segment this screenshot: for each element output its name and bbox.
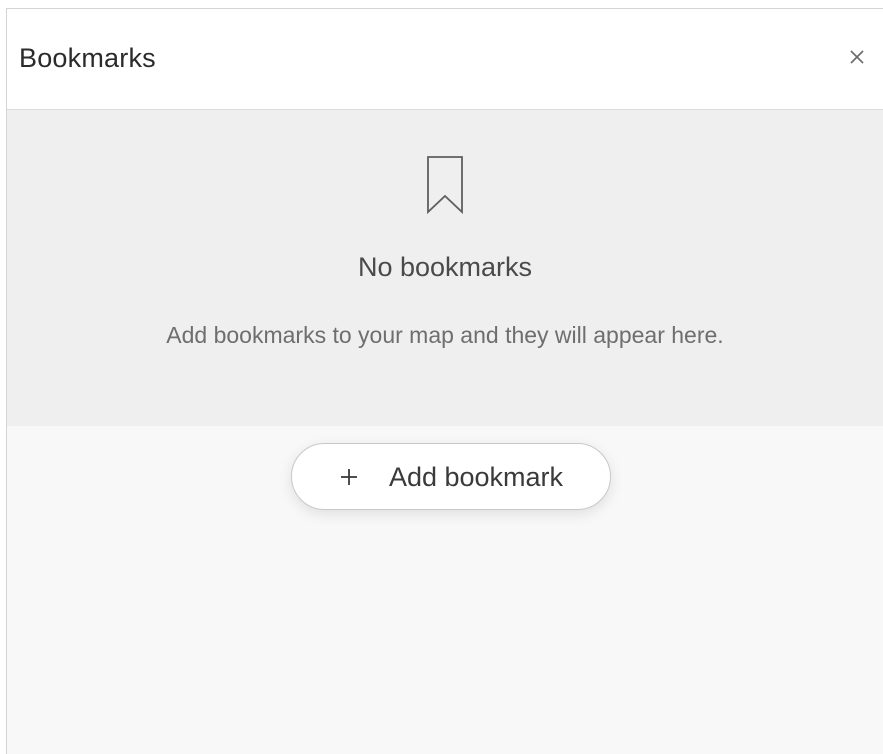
plus-icon (340, 468, 357, 485)
close-button[interactable] (839, 37, 875, 77)
bookmark-icon (427, 156, 463, 215)
panel-header: Bookmarks (7, 9, 883, 110)
close-icon (850, 50, 864, 64)
add-bookmark-label: Add bookmark (388, 461, 564, 492)
add-bookmark-button[interactable]: Add bookmark (291, 443, 611, 510)
empty-state-title: No bookmarks (357, 252, 533, 282)
empty-state-description: Add bookmarks to your map and they will … (166, 322, 724, 348)
bookmarks-panel: Bookmarks No bookmarks Add bookmarks to … (6, 8, 883, 754)
panel-title: Bookmarks (19, 43, 156, 73)
empty-state: No bookmarks Add bookmarks to your map a… (7, 110, 883, 426)
